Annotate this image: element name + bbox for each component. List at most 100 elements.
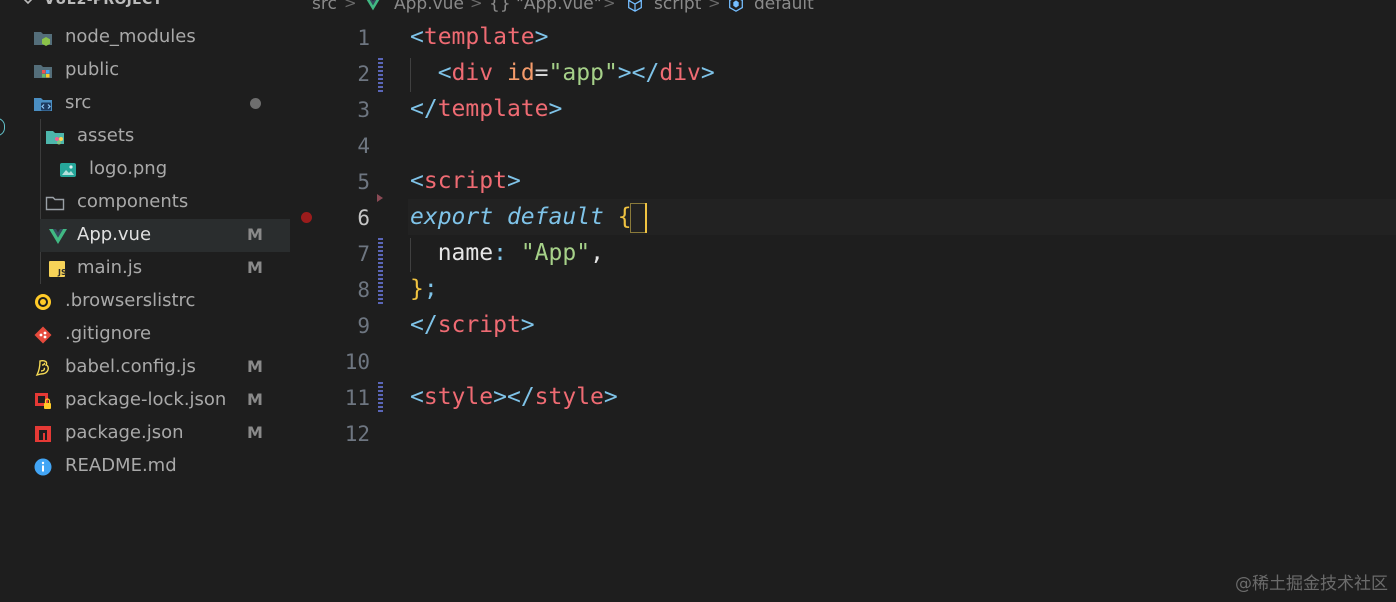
tree-item-label: node_modules (65, 26, 196, 47)
token: template (423, 24, 535, 50)
tree-item-label: babel.config.js (65, 356, 196, 377)
token: = (534, 60, 549, 86)
line-number: 8 (357, 278, 370, 302)
git-modified-badge: M (247, 357, 263, 376)
token: script (423, 168, 507, 194)
breadcrumb-item-default[interactable]: default (754, 0, 814, 14)
token: " (576, 240, 591, 266)
token: < (410, 24, 424, 50)
token: id (506, 60, 535, 86)
explorer-header[interactable]: VUE2-PROJECT (0, 0, 290, 12)
npm-file-icon (35, 426, 51, 442)
code-line-8[interactable]: }; (410, 276, 438, 302)
token: ; (423, 276, 438, 302)
breadcrumb-separator: > (470, 0, 483, 12)
token: > (534, 24, 549, 50)
breadcrumb-separator: > (708, 0, 721, 12)
explorer-sidebar: VUE2-PROJECT node_modules public src ass… (0, 0, 290, 602)
line-number: 12 (344, 422, 370, 446)
breadcrumb-item-app-vue[interactable]: App.vue (394, 0, 464, 14)
code-line-9[interactable]: </script> (410, 312, 535, 338)
token: < (437, 60, 452, 86)
vue-file-icon (49, 229, 67, 244)
line-number: 9 (357, 314, 370, 338)
token: script (437, 312, 521, 338)
tree-item-label: package-lock.json (65, 389, 227, 410)
token: " (548, 60, 563, 86)
git-modified-badge: M (247, 225, 263, 244)
token: : (493, 240, 507, 266)
tree-item-public[interactable]: public (0, 54, 290, 87)
token: div (659, 60, 701, 86)
code-line-1[interactable]: <template> (410, 24, 549, 50)
token: template (437, 96, 549, 122)
token: > (603, 384, 618, 410)
git-modified-badge: M (247, 390, 263, 409)
tree-item-label: App.vue (77, 224, 152, 245)
tree-item-label: .gitignore (65, 323, 152, 344)
js-file-icon: JS (49, 261, 67, 277)
tree-item-gitignore[interactable]: .gitignore (0, 318, 290, 351)
module-cube-icon (628, 0, 642, 12)
token: < (410, 168, 424, 194)
tree-item-logo-png[interactable]: logo.png (0, 153, 290, 186)
fold-arrow-icon[interactable] (377, 194, 383, 202)
tree-item-readme[interactable]: README.md (0, 450, 290, 483)
tree-item-package-json[interactable]: package.json M (0, 417, 290, 450)
token: name (437, 240, 494, 266)
breadcrumb-item-script[interactable]: script (654, 0, 701, 14)
chevron-down-icon[interactable] (20, 0, 36, 9)
tree-item-label: public (65, 59, 120, 80)
tree-item-main-js[interactable]: JS main.js M (0, 252, 290, 285)
tree-item-package-lock[interactable]: package-lock.json M (0, 384, 290, 417)
node-modules-folder-icon (34, 32, 52, 46)
breadcrumb-item-src[interactable]: src (312, 0, 337, 14)
image-file-icon (60, 163, 76, 177)
code-line-3[interactable]: </template> (410, 96, 562, 122)
tree-item-label: components (77, 191, 189, 212)
tree-item-app-vue[interactable]: App.vue M (40, 219, 290, 252)
token: </ (410, 96, 438, 122)
token: App (534, 240, 577, 266)
code-line-6[interactable]: export default { (410, 204, 632, 230)
assets-folder-icon (46, 131, 64, 145)
tree-item-assets[interactable]: assets (0, 120, 290, 153)
tree-item-node-modules[interactable]: node_modules (0, 21, 290, 54)
code-line-7[interactable]: name: "App", (410, 240, 604, 266)
token: > (617, 60, 632, 86)
git-file-icon (34, 326, 52, 344)
tree-item-components[interactable]: components (0, 186, 290, 219)
token: < (410, 384, 424, 410)
line-number: 10 (344, 350, 370, 374)
public-folder-icon (34, 65, 52, 78)
tree-item-label: package.json (65, 422, 184, 443)
code-line-2[interactable]: <div id="app"></div> (410, 60, 715, 86)
field-symbol-icon (729, 0, 743, 12)
code-line-5[interactable]: <script> (410, 168, 521, 194)
tree-item-label: assets (77, 125, 135, 146)
git-modified-gutter (378, 382, 383, 414)
package-lock-file-icon (35, 393, 51, 409)
tree-item-babel-config[interactable]: babel.config.js M (0, 351, 290, 384)
token: > (493, 384, 507, 410)
git-modified-badge: M (247, 258, 263, 277)
breadcrumb-item-module[interactable]: {} "App.vue" (489, 0, 602, 14)
line-number-active: 6 (357, 206, 370, 230)
modified-dot-badge (250, 98, 261, 109)
code-line-11[interactable]: <style></style> (410, 384, 618, 410)
breakpoint-dot[interactable] (301, 212, 312, 223)
git-modified-badge: M (247, 423, 263, 442)
tree-item-label: README.md (65, 455, 177, 476)
tree-item-browserslistrc[interactable]: .browserslistrc (0, 285, 290, 318)
token: style (534, 384, 604, 410)
folder-icon (45, 196, 65, 211)
tree-item-label: .browserslistrc (65, 290, 196, 311)
token: > (506, 168, 521, 194)
token: default (506, 204, 604, 230)
token: div (451, 60, 494, 86)
vue-file-icon (366, 0, 380, 11)
line-number: 4 (357, 134, 370, 158)
tree-item-src[interactable]: src (0, 87, 290, 120)
tree-item-label: main.js (77, 257, 143, 278)
